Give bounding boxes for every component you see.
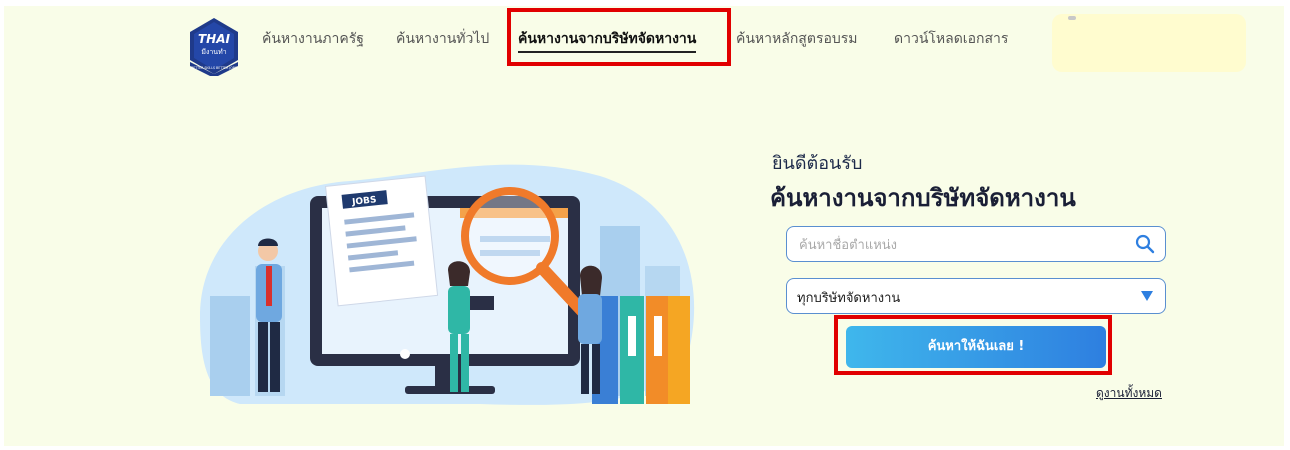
user-indicator-icon xyxy=(1068,16,1076,20)
nav-item-government-jobs[interactable]: ค้นหางานภาครัฐ xyxy=(262,28,364,50)
page: THAI มีงานทำ BETTER SKILLS BETTER JOBS ค… xyxy=(4,6,1284,446)
search-icon[interactable] xyxy=(1135,234,1155,254)
position-search-input[interactable] xyxy=(797,233,1121,257)
nav-item-download-documents[interactable]: ดาวน์โหลดเอกสาร xyxy=(894,28,1008,50)
view-all-jobs-link[interactable]: ดูงานทั้งหมด xyxy=(1096,384,1162,403)
position-search-field[interactable] xyxy=(786,226,1166,262)
logo-brand-text: THAI xyxy=(198,32,231,46)
logo-ring-text: BETTER SKILLS BETTER JOBS xyxy=(191,66,237,70)
logo-sub-text: มีงานทำ xyxy=(201,48,226,56)
welcome-text: ยินดีต้อนรับ xyxy=(772,153,863,174)
nav-item-training-courses[interactable]: ค้นหาหลักสูตรอบรม xyxy=(736,28,858,50)
nav-item-general-jobs[interactable]: ค้นหางานทั่วไป xyxy=(396,28,489,50)
thai-mee-ngan-tham-logo[interactable]: THAI มีงานทำ BETTER SKILLS BETTER JOBS xyxy=(184,16,244,76)
agency-select-value: ทุกบริษัทจัดหางาน xyxy=(797,291,901,306)
agency-select[interactable]: ทุกบริษัทจัดหางาน xyxy=(786,278,1166,314)
user-area[interactable] xyxy=(1052,14,1246,72)
job-search-illustration: JOBS xyxy=(200,164,695,405)
page-title: ค้นหางานจากบริษัทจัดหางาน xyxy=(770,184,1076,212)
nav-item-agency-jobs[interactable]: ค้นหางานจากบริษัทจัดหางาน xyxy=(518,28,697,53)
chevron-down-icon[interactable] xyxy=(1141,291,1153,301)
search-submit-button[interactable]: ค้นหาให้ฉันเลย ! xyxy=(846,326,1106,368)
